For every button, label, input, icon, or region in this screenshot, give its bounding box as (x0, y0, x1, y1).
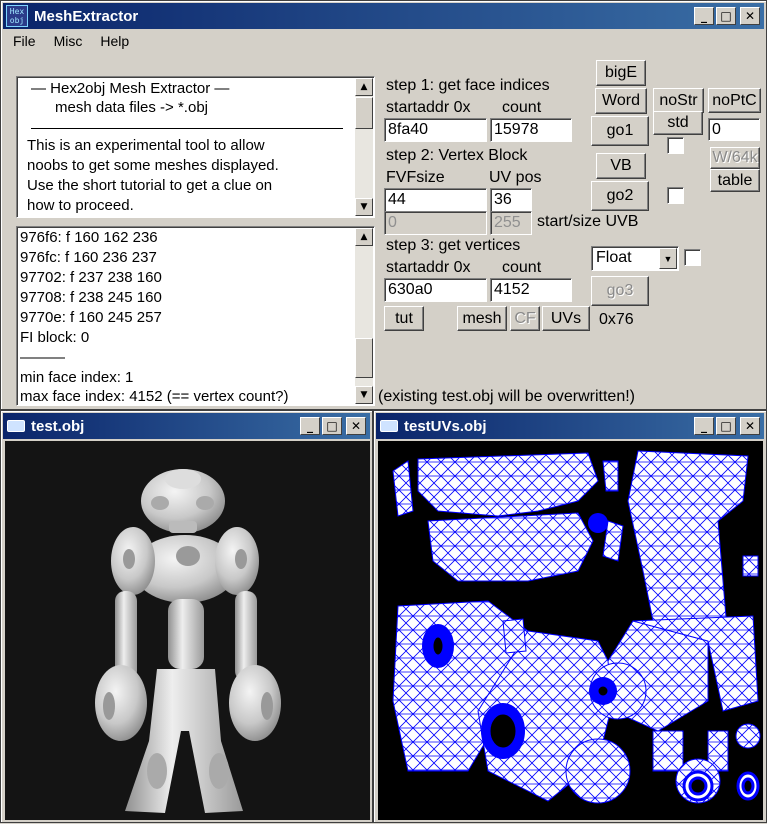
minimize-icon[interactable]: _ (300, 417, 320, 435)
status-message: (existing test.obj will be overwritten!) (376, 387, 676, 407)
menu-bar: File Misc Help (3, 31, 764, 53)
close-icon[interactable]: ✕ (740, 7, 760, 25)
menu-file[interactable]: File (3, 31, 44, 53)
step1-title: step 1: get face indices (384, 76, 586, 96)
maximize-icon[interactable]: □ (322, 417, 342, 435)
noptc-value-input[interactable]: 0 (708, 118, 760, 141)
main-titlebar[interactable]: Hex obj MeshExtractor _ □ ✕ (3, 3, 764, 29)
maximize-icon[interactable]: □ (716, 7, 736, 25)
maximize-icon[interactable]: □ (716, 417, 736, 435)
log-line: 97702: f 237 238 160 (20, 269, 162, 286)
log-line: 976fc: f 160 236 237 (20, 249, 157, 266)
uv-viewer-titlebar[interactable]: testUVs.obj _ □ ✕ (376, 413, 764, 439)
uv-viewer-title: testUVs.obj (404, 417, 487, 435)
scroll-down-icon[interactable]: ▼ (355, 386, 373, 404)
uvpos-input[interactable]: 36 (490, 188, 532, 212)
step2-title: step 2: Vertex Block (384, 146, 586, 166)
fvfsize-input[interactable]: 44 (384, 188, 487, 212)
nostr-button[interactable]: noStr (653, 88, 704, 113)
menu-misc[interactable]: Misc (44, 31, 91, 53)
info-divider (31, 128, 343, 129)
mesh-render-canvas[interactable] (5, 441, 370, 820)
log-line: 97708: f 238 245 160 (20, 289, 162, 306)
tut-button[interactable]: tut (384, 306, 424, 331)
step2-fvfsize-label: FVFsize (384, 168, 586, 188)
log-line: 976f6: f 160 162 236 (20, 229, 158, 246)
vertex-format-value: Float (596, 249, 632, 266)
go2-checkbox[interactable] (667, 187, 684, 204)
window-app-icon (380, 420, 398, 432)
hex2obj-app-icon: Hex obj (6, 5, 28, 27)
chevron-down-icon[interactable]: ▼ (659, 248, 677, 269)
step3-startaddr-input[interactable]: 630a0 (384, 278, 487, 302)
step2-uvpos-label: UV pos (489, 169, 542, 186)
log-scrollbar[interactable]: ▲ ▼ (355, 228, 373, 404)
step1-startaddr-input[interactable]: 8fa40 (384, 118, 487, 142)
log-line: min face index: 1 (20, 369, 134, 386)
vertex-format-select[interactable]: Float ▼ (591, 246, 679, 271)
table-button[interactable]: table (710, 169, 760, 192)
word-button[interactable]: Word (595, 88, 647, 114)
log-textbox[interactable]: 976f6: f 160 162 236 976fc: f 160 236 23… (16, 226, 375, 406)
scroll-thumb[interactable] (355, 97, 373, 129)
scroll-up-icon[interactable]: ▲ (355, 78, 373, 96)
menu-help[interactable]: Help (90, 31, 137, 53)
mesh-button[interactable]: mesh (457, 306, 507, 331)
info-line: Use the short tutorial to get a clue on (27, 177, 273, 194)
step1-count-label: count (502, 99, 542, 116)
uv-map-render (392, 450, 761, 804)
robot-mesh-render (95, 469, 281, 813)
log-line: 9770e: f 160 245 257 (20, 309, 162, 326)
minimize-icon[interactable]: _ (694, 7, 714, 25)
std-checkbox[interactable] (667, 137, 684, 154)
mesh-viewer-window: test.obj _ □ ✕ (0, 410, 373, 823)
window-app-icon (7, 420, 25, 432)
uv-render-canvas[interactable] (378, 441, 763, 820)
info-subtitle: mesh data files -> *.obj (55, 99, 208, 116)
step1-count-input[interactable]: 15978 (490, 118, 572, 142)
go1-button[interactable]: go1 (591, 116, 649, 146)
scroll-down-icon[interactable]: ▼ (355, 198, 373, 216)
vb-button[interactable]: VB (596, 153, 646, 179)
bige-button[interactable]: bigE (596, 60, 646, 86)
uv-viewer-window: testUVs.obj _ □ ✕ (373, 410, 767, 823)
scroll-up-icon[interactable]: ▲ (355, 228, 373, 246)
w64k-button[interactable]: W/64k (710, 147, 760, 169)
uvs-button[interactable]: UVs (542, 306, 590, 331)
step3-startaddr-label: startaddr 0x (384, 258, 586, 278)
info-scrollbar[interactable]: ▲ ▼ (355, 78, 373, 216)
scroll-thumb[interactable] (355, 338, 373, 378)
step3-count-input[interactable]: 4152 (490, 278, 572, 302)
cf-button[interactable]: CF (510, 306, 540, 331)
format-checkbox[interactable] (684, 249, 701, 266)
std-button[interactable]: std (653, 111, 703, 135)
info-textbox[interactable]: — Hex2obj Mesh Extractor — mesh data fil… (16, 76, 375, 218)
uvb-label: start/size UVB (535, 212, 651, 232)
minimize-icon[interactable]: _ (694, 417, 714, 435)
close-icon[interactable]: ✕ (346, 417, 366, 435)
hex-readout: 0x76 (599, 311, 634, 328)
noptc-button[interactable]: noPtC (708, 88, 761, 113)
go2-button[interactable]: go2 (591, 181, 649, 211)
step3-count-label: count (502, 259, 542, 276)
mesh-viewer-titlebar[interactable]: test.obj _ □ ✕ (3, 413, 370, 439)
info-line: how to proceed. (27, 197, 134, 214)
info-title: — Hex2obj Mesh Extractor — (31, 80, 230, 97)
step3-title: step 3: get vertices (384, 236, 586, 256)
info-line: This is an experimental tool to allow (27, 137, 265, 154)
log-line: max face index: 4152 (== vertex count?) (20, 388, 289, 405)
close-icon[interactable]: ✕ (740, 417, 760, 435)
main-window-title: MeshExtractor (34, 7, 139, 25)
step1-startaddr-label: startaddr 0x (384, 98, 586, 118)
log-line: FI block: 0 (20, 329, 90, 346)
go3-button[interactable]: go3 (591, 276, 649, 306)
uvb-size-input: 255 (490, 211, 532, 235)
log-line: ——— (20, 349, 65, 366)
info-line: noobs to get some meshes displayed. (27, 157, 279, 174)
uvb-start-input: 0 (384, 211, 487, 235)
mesh-viewer-title: test.obj (31, 417, 85, 435)
